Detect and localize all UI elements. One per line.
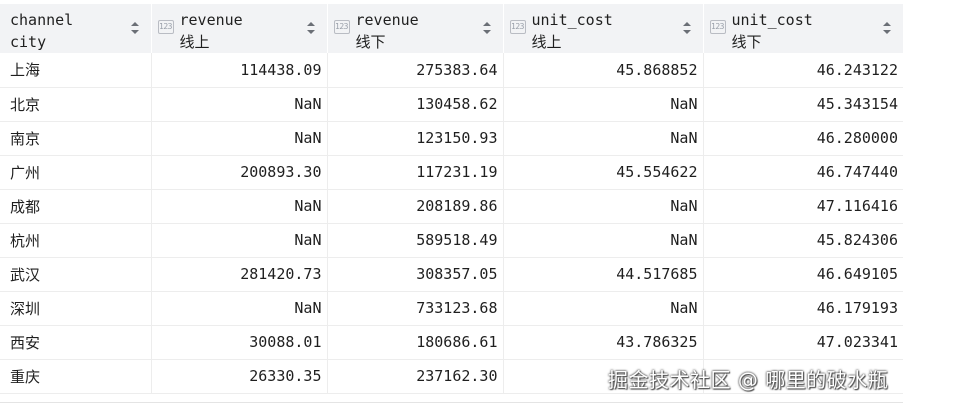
- numeric-type-icon: 123: [333, 20, 350, 34]
- column-header-line1: revenue: [355, 11, 419, 29]
- table-cell: 45.343154: [703, 87, 903, 122]
- table-cell: 275383.64: [327, 53, 504, 88]
- table-cell: 46.649105: [703, 257, 903, 292]
- table-cell: 589518.49: [327, 223, 504, 258]
- table-cell: 46.747440: [703, 155, 903, 190]
- numeric-type-icon: 123: [509, 20, 526, 34]
- table-cell: 46.280000: [703, 121, 903, 156]
- column-header-line1: revenue: [179, 11, 243, 29]
- table-cell: NaN: [503, 87, 704, 122]
- column-header[interactable]: 123 unit_cost 线下: [703, 4, 904, 53]
- row-index-cell: 杭州: [0, 223, 152, 258]
- table-cell: NaN: [151, 189, 328, 224]
- column-header[interactable]: 123 unit_cost 线上: [503, 4, 704, 53]
- table-cell: NaN: [151, 87, 328, 122]
- table-cell: 208189.86: [327, 189, 504, 224]
- table-cell: 281420.73: [151, 257, 328, 292]
- table-row: 广州 200893.30 117231.19 45.554622 46.7474…: [0, 155, 903, 190]
- table-cell: 123150.93: [327, 121, 504, 156]
- table-cell: 46.179193: [703, 291, 903, 326]
- table-cell: NaN: [503, 189, 704, 224]
- table-row: 杭州 NaN 589518.49 NaN 45.824306: [0, 223, 903, 258]
- table-cell: 237162.30: [327, 359, 504, 394]
- header-row: channel city 123 revenue 线上 123 revenue …: [0, 4, 904, 53]
- sort-icon[interactable]: [306, 22, 315, 34]
- table-cell: 180686.61: [327, 325, 504, 360]
- watermark-text: 掘金技术社区 @ 哪里的破水瓶: [608, 368, 889, 392]
- table-cell: 114438.09: [151, 53, 328, 88]
- table-cell: NaN: [503, 291, 704, 326]
- table-cell: 308357.05: [327, 257, 504, 292]
- table-cell: 130458.62: [327, 87, 504, 122]
- table-row: 武汉 281420.73 308357.05 44.517685 46.6491…: [0, 257, 903, 292]
- column-header[interactable]: 123 revenue 线下: [327, 4, 504, 53]
- column-header-line1: unit_cost: [731, 11, 813, 29]
- sort-icon[interactable]: [682, 22, 691, 34]
- column-header[interactable]: 123 revenue 线上: [151, 4, 328, 53]
- row-index-cell: 北京: [0, 87, 152, 122]
- numeric-type-icon: 123: [709, 20, 726, 34]
- column-header-line2: 线上: [531, 33, 562, 51]
- dataframe-table: channel city 123 revenue 线上 123 revenue …: [0, 4, 904, 394]
- table-row: 南京 NaN 123150.93 NaN 46.280000: [0, 121, 903, 156]
- table-cell: NaN: [151, 121, 328, 156]
- table-cell: 47.023341: [703, 325, 903, 360]
- table-cell: NaN: [151, 223, 328, 258]
- row-index-cell: 上海: [0, 53, 152, 88]
- column-header-line2: 线上: [179, 33, 210, 51]
- table-row: 成都 NaN 208189.86 NaN 47.116416: [0, 189, 903, 224]
- sort-icon[interactable]: [130, 22, 139, 34]
- row-index-cell: 武汉: [0, 257, 152, 292]
- table-row: 深圳 NaN 733123.68 NaN 46.179193: [0, 291, 903, 326]
- table-cell: 733123.68: [327, 291, 504, 326]
- table-cell: 200893.30: [151, 155, 328, 190]
- column-header-line1: unit_cost: [531, 11, 613, 29]
- table-cell: NaN: [503, 223, 704, 258]
- table-bottom-border: [0, 402, 903, 403]
- table-cell: 43.786325: [503, 325, 704, 360]
- table-cell: 47.116416: [703, 189, 903, 224]
- index-header-line2: city: [10, 33, 47, 51]
- row-index-cell: 重庆: [0, 359, 152, 394]
- table-row: 北京 NaN 130458.62 NaN 45.343154: [0, 87, 903, 122]
- table-row: 上海 114438.09 275383.64 45.868852 46.2431…: [0, 53, 903, 88]
- index-header-line1: channel: [10, 11, 74, 29]
- table-cell: 45.868852: [503, 53, 704, 88]
- column-header-line2: 线下: [731, 33, 762, 51]
- numeric-type-icon: 123: [157, 20, 174, 34]
- table-cell: 117231.19: [327, 155, 504, 190]
- table-cell: NaN: [503, 121, 704, 156]
- table-cell: 45.824306: [703, 223, 903, 258]
- table-cell: 44.517685: [503, 257, 704, 292]
- table-cell: 46.243122: [703, 53, 903, 88]
- row-index-cell: 广州: [0, 155, 152, 190]
- table-cell: NaN: [151, 291, 328, 326]
- row-index-cell: 成都: [0, 189, 152, 224]
- row-index-cell: 南京: [0, 121, 152, 156]
- column-header-line2: 线下: [355, 33, 386, 51]
- row-index-cell: 西安: [0, 325, 152, 360]
- table-cell: 26330.35: [151, 359, 328, 394]
- row-index-cell: 深圳: [0, 291, 152, 326]
- sort-icon[interactable]: [882, 22, 891, 34]
- index-header: channel city: [0, 4, 152, 53]
- table-cell: 30088.01: [151, 325, 328, 360]
- sort-icon[interactable]: [482, 22, 491, 34]
- table-row: 西安 30088.01 180686.61 43.786325 47.02334…: [0, 325, 903, 360]
- table-cell: 45.554622: [503, 155, 704, 190]
